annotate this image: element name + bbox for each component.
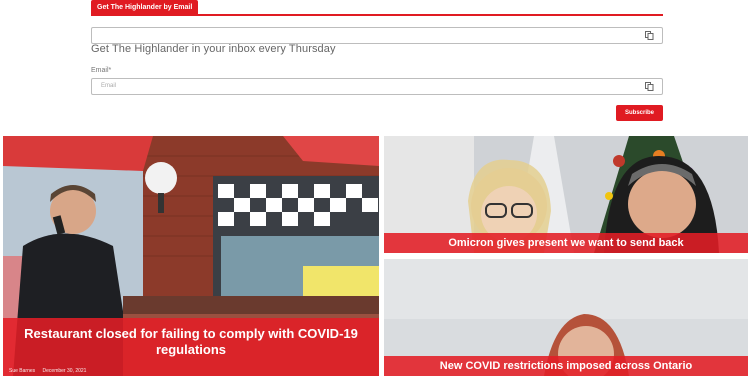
- email-field[interactable]: Email: [91, 78, 663, 95]
- story-meta: Sue Barnes December 30, 2021: [9, 368, 92, 374]
- field-autofill-icon[interactable]: [645, 82, 654, 91]
- field-autofill-icon[interactable]: [645, 31, 654, 40]
- newsletter-top-field[interactable]: [91, 27, 663, 44]
- story-headline-omicron[interactable]: Omicron gives present we want to send ba…: [384, 233, 748, 253]
- story-card-covid-restrictions[interactable]: New COVID restrictions imposed across On…: [384, 259, 748, 376]
- story-headline-covid-restrictions[interactable]: New COVID restrictions imposed across On…: [384, 356, 748, 376]
- story-card-omicron[interactable]: Omicron gives present we want to send ba…: [384, 136, 748, 253]
- newsletter-divider: [91, 14, 663, 16]
- story-author: Sue Barnes: [9, 368, 36, 374]
- newsletter-tab: Get The Highlander by Email: [91, 0, 199, 15]
- newsletter-description: Get The Highlander in your inbox every T…: [91, 43, 336, 55]
- story-date: December 30, 2021: [42, 368, 87, 374]
- subscribe-button[interactable]: Subscribe: [616, 105, 663, 121]
- email-label: Email*: [91, 67, 112, 74]
- email-placeholder: Email: [101, 83, 117, 89]
- story-card-restaurant[interactable]: Restaurant closed for failing to comply …: [3, 136, 379, 376]
